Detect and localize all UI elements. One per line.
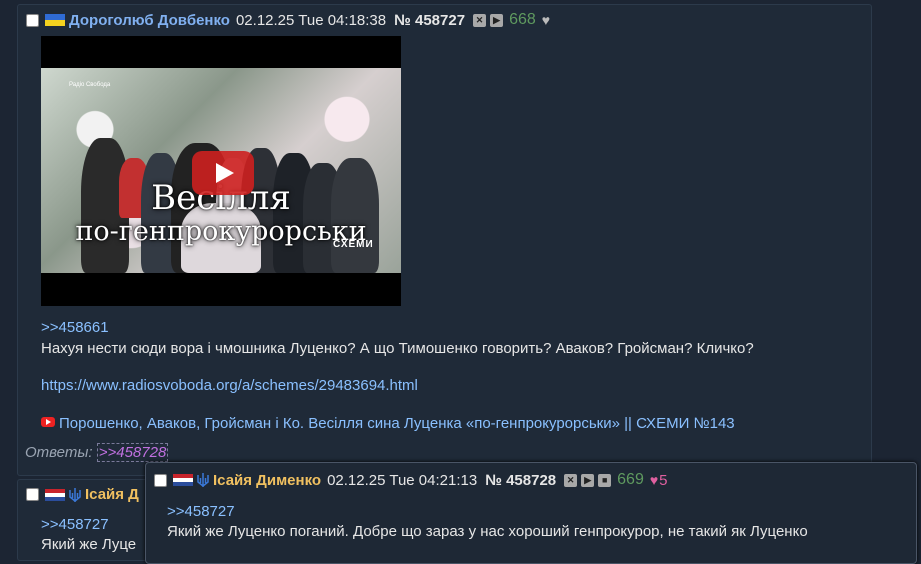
hide-icon[interactable]: ✕ (473, 13, 487, 27)
reply-link-458728[interactable]: >>458728 (96, 443, 169, 462)
preview-author[interactable]: Ісайя Дименко (213, 472, 321, 489)
trident-icon (69, 487, 81, 502)
video-thumbnail[interactable]: Радіо Свобода Весілля по-генпрокурорськи… (41, 36, 401, 306)
heart-icon[interactable]: ♥ (542, 12, 550, 28)
netherlands-flag-icon (173, 474, 193, 486)
play-icon[interactable]: ▶ (490, 13, 504, 27)
post-select-checkbox[interactable] (26, 13, 39, 27)
preview-date: 02.12.25 Tue 04:21:13 (327, 471, 478, 489)
youtube-link[interactable]: Порошенко, Аваков, Гройсман і Ко. Весілл… (41, 415, 735, 432)
post2-header: Ісайя Д (26, 486, 139, 503)
preview-select-checkbox[interactable] (154, 473, 167, 487)
preview-reply-reference[interactable]: >>458727 (167, 503, 235, 520)
stop-icon[interactable]: ■ (598, 473, 612, 487)
post-url[interactable]: https://www.radiosvoboda.org/a/schemes/2… (41, 377, 418, 394)
schemes-logo: СХЕМИ (333, 239, 374, 250)
hide-icon[interactable]: ✕ (564, 473, 578, 487)
post-458727: Дороголюб Довбенко 02.12.25 Tue 04:18:38… (17, 4, 872, 476)
preview-number[interactable]: № 458728 (485, 472, 556, 489)
post-header: Дороголюб Довбенко 02.12.25 Tue 04:18:38… (26, 11, 550, 29)
post2-text: Який же Луце (41, 536, 137, 553)
ukraine-flag-icon (45, 14, 65, 26)
post-count: 668 (509, 11, 536, 28)
preview-header: Ісайя Дименко 02.12.25 Tue 04:21:13 № 45… (154, 471, 668, 489)
replies-line: Ответы: >>458728 (25, 443, 169, 462)
preview-likes: 5 (659, 471, 668, 489)
post-text: Нахуя нести сюди вора і чмошника Луценко… (41, 340, 754, 357)
replies-label: Ответы: (25, 444, 93, 461)
trident-icon (197, 473, 209, 487)
netherlands-flag-icon (45, 488, 65, 501)
post-author[interactable]: Дороголюб Довбенко (69, 12, 230, 29)
heart-icon[interactable]: ♥ (650, 472, 658, 488)
post-number[interactable]: № 458727 (394, 12, 465, 29)
radio-svoboda-logo: Радіо Свобода (69, 82, 111, 88)
play-icon[interactable]: ▶ (581, 473, 595, 487)
reply-reference[interactable]: >>458661 (41, 319, 109, 336)
youtube-title: Порошенко, Аваков, Гройсман і Ко. Весілл… (59, 415, 735, 432)
youtube-icon (41, 417, 55, 427)
preview-count: 669 (617, 471, 644, 488)
post2-reply-reference[interactable]: >>458727 (41, 516, 109, 533)
post2-author[interactable]: Ісайя Д (85, 486, 139, 503)
post-date: 02.12.25 Tue 04:18:38 (235, 11, 387, 29)
preview-text: Який же Луценко поганий. Добре що зараз … (167, 523, 808, 540)
video-play-icon[interactable] (192, 151, 254, 195)
post2-select-checkbox[interactable] (26, 488, 39, 501)
